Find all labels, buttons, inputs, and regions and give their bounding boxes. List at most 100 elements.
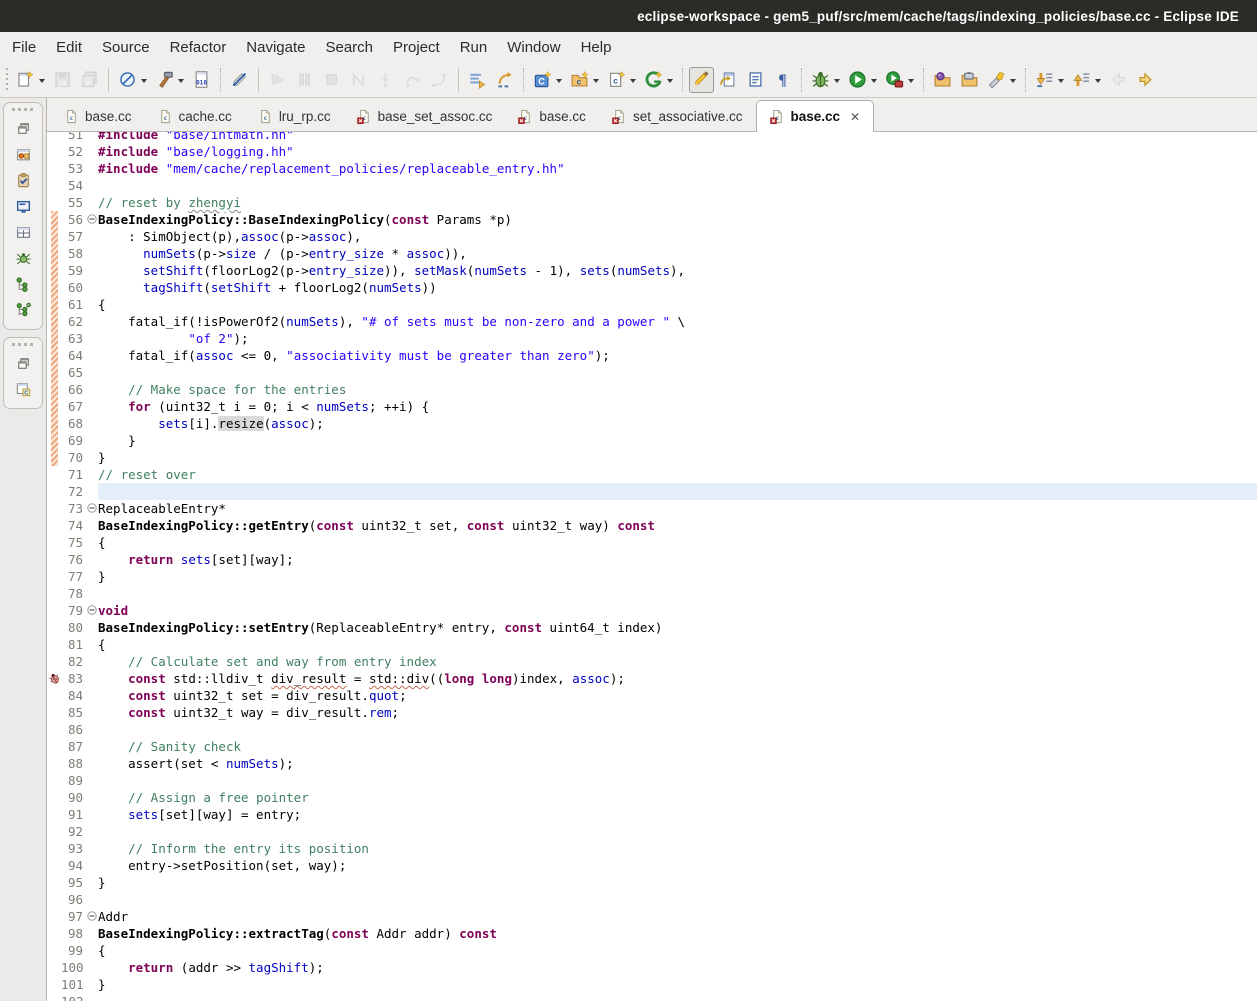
step-filters-button[interactable] [492,67,517,93]
code-text[interactable] [98,772,1257,789]
show-selected-element-button[interactable] [743,67,768,93]
dropdown-arrow-icon[interactable] [39,78,45,86]
menu-item-refactor[interactable]: Refactor [160,35,237,60]
new-c-class-button[interactable]: c [604,67,639,93]
build-button[interactable] [152,67,187,93]
fold-collapse-icon[interactable] [87,602,98,619]
code-text[interactable]: // Assign a free pointer [98,789,1257,806]
dropdown-arrow-icon[interactable] [593,78,599,86]
code-text[interactable]: // Inform the entry its position [98,840,1257,857]
code-text[interactable] [98,364,1257,381]
highlighter-button[interactable] [689,66,714,93]
call-hierarchy-view-button[interactable] [11,272,35,296]
code-text[interactable]: fatal_if(assoc <= 0, "associativity must… [98,347,1257,364]
tab-set_associative.cc[interactable]: c set_associative.cc [599,101,756,131]
new-wizard-button[interactable] [13,67,48,93]
outline-view-button[interactable]: C [11,377,35,401]
task-list-view-button[interactable] [11,168,35,192]
dropdown-arrow-icon[interactable] [630,78,636,86]
code-text[interactable]: } [98,874,1257,891]
new-c-folder-button[interactable]: c [567,67,602,93]
menu-item-file[interactable]: File [2,35,46,60]
menu-item-source[interactable]: Source [92,35,160,60]
open-resource-button[interactable] [957,67,982,93]
code-text[interactable]: { [98,534,1257,551]
skip-breakpoints-button[interactable] [115,67,150,93]
profile-button[interactable] [882,67,917,93]
last-edit-location-button[interactable] [1032,67,1067,93]
code-text[interactable]: void [98,602,1257,619]
code-text[interactable]: BaseIndexingPolicy::BaseIndexingPolicy(c… [98,211,1257,228]
code-editor[interactable]: 51 #include "base/intmath.hh" 52 #include "… [47,132,1257,1001]
code-text[interactable]: for (uint32_t i = 0; i < numSets; ++i) { [98,398,1257,415]
code-text[interactable]: #include "base/logging.hh" [98,143,1257,160]
code-text[interactable]: "of 2"); [98,330,1257,347]
code-text[interactable]: return sets[set][way]; [98,551,1257,568]
code-text[interactable] [98,993,1257,1001]
code-text[interactable]: } [98,568,1257,585]
code-text[interactable]: // Calculate set and way from entry inde… [98,653,1257,670]
code-text[interactable] [98,585,1257,602]
code-text[interactable]: sets[set][way] = entry; [98,806,1257,823]
code-text[interactable]: tagShift(setShift + floorLog2(numSets)) [98,279,1257,296]
code-text[interactable]: Addr [98,908,1257,925]
code-text[interactable]: setShift(floorLog2(p->entry_size)), setM… [98,262,1257,279]
dropdown-arrow-icon[interactable] [871,78,877,86]
code-text[interactable]: : SimObject(p),assoc(p->assoc), [98,228,1257,245]
tab-lru_rp.cc[interactable]: c lru_rp.cc [245,101,344,131]
code-text[interactable]: sets[i].resize(assoc); [98,415,1257,432]
code-text[interactable]: { [98,942,1257,959]
restore-view-view-button[interactable] [11,116,35,140]
code-text[interactable]: assert(set < numSets); [98,755,1257,772]
menu-item-run[interactable]: Run [450,35,498,60]
project-explorer-view-button[interactable] [11,142,35,166]
tab-cache.cc[interactable]: c cache.cc [145,101,245,131]
forward-history-button[interactable] [1133,67,1158,93]
new-cpp-project-button[interactable]: C [530,67,565,93]
tab-base_set_assoc.cc[interactable]: c base_set_assoc.cc [344,101,506,131]
code-text[interactable]: #include "base/intmath.hh" [98,132,1257,143]
previous-edit-location-button[interactable] [1069,67,1104,93]
instruction-stepping-button[interactable] [465,67,490,93]
dropdown-arrow-icon[interactable] [556,78,562,86]
code-text[interactable]: entry->setPosition(set, way); [98,857,1257,874]
code-text[interactable]: BaseIndexingPolicy::extractTag(const Add… [98,925,1257,942]
tab-base.cc[interactable]: c base.cc [505,101,599,131]
panel-drag-handle[interactable] [12,343,34,346]
code-text[interactable]: ReplaceableEntry* [98,500,1257,517]
code-text[interactable]: // Make space for the entries [98,381,1257,398]
fold-collapse-icon[interactable] [87,500,98,517]
properties-view-button[interactable] [11,220,35,244]
code-text[interactable]: const std::lldiv_t div_result = std::div… [98,670,1257,687]
code-text[interactable]: { [98,296,1257,313]
panel-drag-handle[interactable] [12,108,34,111]
search-button[interactable] [984,67,1019,93]
tab-base.cc[interactable]: c base.cc ✕ [755,100,875,132]
code-text[interactable]: BaseIndexingPolicy::getEntry(const uint3… [98,517,1257,534]
code-text[interactable]: // reset by zhengyi [98,194,1257,211]
run-button[interactable] [845,67,880,93]
tab-close-icon[interactable]: ✕ [850,110,860,124]
code-text[interactable]: } [98,432,1257,449]
dropdown-arrow-icon[interactable] [178,78,184,86]
code-text[interactable]: numSets(p->size / (p->entry_size * assoc… [98,245,1257,262]
menu-item-navigate[interactable]: Navigate [236,35,315,60]
dropdown-arrow-icon[interactable] [667,78,673,86]
current-line[interactable] [98,483,1257,500]
restore-view-view-button[interactable] [11,351,35,375]
code-text[interactable]: return (addr >> tagShift); [98,959,1257,976]
code-text[interactable]: } [98,976,1257,993]
code-text[interactable] [98,721,1257,738]
debug-spider-view-button[interactable] [11,246,35,270]
code-text[interactable] [98,891,1257,908]
menu-item-help[interactable]: Help [571,35,622,60]
fold-collapse-icon[interactable] [87,211,98,228]
dropdown-arrow-icon[interactable] [1095,78,1101,86]
menu-item-edit[interactable]: Edit [46,35,92,60]
code-text[interactable]: // Sanity check [98,738,1257,755]
menu-item-project[interactable]: Project [383,35,450,60]
debug-button[interactable] [808,67,843,93]
code-text[interactable]: #include "mem/cache/replacement_policies… [98,160,1257,177]
mark-occurrences-slash-button[interactable] [227,67,252,93]
code-text[interactable]: const uint32_t way = div_result.rem; [98,704,1257,721]
